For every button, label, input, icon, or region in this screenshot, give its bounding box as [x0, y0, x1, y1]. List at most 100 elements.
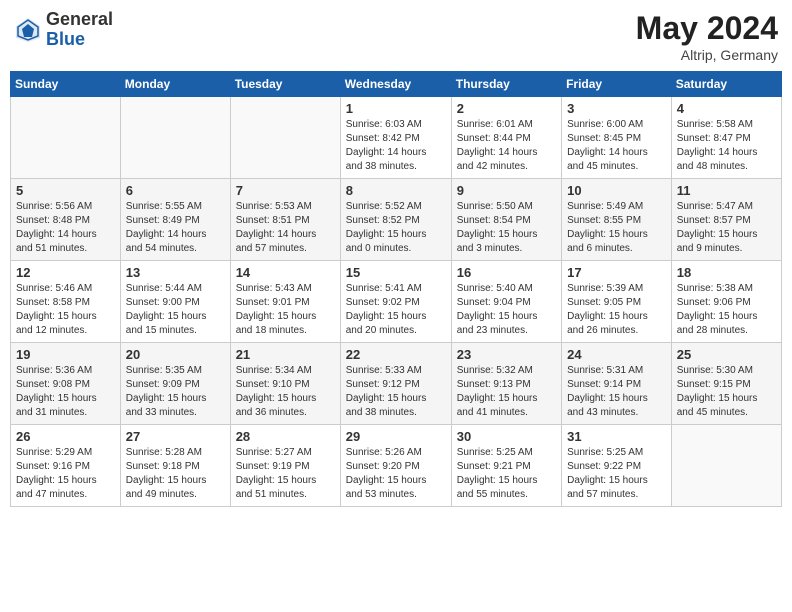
day-info: Sunrise: 5:41 AM Sunset: 9:02 PM Dayligh… [346, 282, 446, 338]
calendar-day-cell: 25Sunrise: 5:30 AM Sunset: 9:15 PM Dayli… [671, 343, 781, 425]
day-info: Sunrise: 6:00 AM Sunset: 8:45 PM Dayligh… [567, 118, 666, 174]
day-number: 3 [567, 101, 666, 116]
day-number: 11 [677, 183, 776, 198]
day-header: Saturday [671, 72, 781, 97]
day-number: 20 [126, 347, 225, 362]
calendar-day-cell: 14 Sunrise: 5:43 AM Sunset: 9:01 PM Dayli… [230, 261, 340, 343]
month-title: May 2024 [636, 10, 778, 47]
day-info: Sunrise: 5:56 AM Sunset: 8:48 PM Dayligh… [16, 200, 115, 256]
day-info: Sunrise: 5:38 AM Sunset: 9:06 PM Dayligh… [677, 282, 776, 338]
calendar-day-cell: 6 Sunrise: 5:55 AM Sunset: 8:49 PM Daylig… [120, 179, 230, 261]
day-number: 14 [236, 265, 335, 280]
logo-icon [14, 16, 42, 44]
day-number: 8 [346, 183, 446, 198]
title-block: May 2024 Altrip, Germany [636, 10, 778, 63]
day-info: Sunrise: 5:40 AM Sunset: 9:04 PM Dayligh… [457, 282, 556, 338]
day-info: Sunrise: 5:35 AM Sunset: 9:09 PM Dayligh… [126, 364, 225, 420]
day-info: Sunrise: 5:43 AM Sunset: 9:01 PM Dayligh… [236, 282, 335, 338]
calendar-table: SundayMondayTuesdayWednesdayThursdayFrid… [10, 71, 782, 507]
day-number: 25 [677, 347, 776, 362]
calendar-day-cell: 31 Sunrise: 5:25 AM Sunset: 9:22 PM Dayli… [562, 425, 672, 507]
calendar-day-cell: 13 Sunrise: 5:44 AM Sunset: 9:00 PM Dayli… [120, 261, 230, 343]
day-header: Tuesday [230, 72, 340, 97]
day-info: Sunrise: 5:44 AM Sunset: 9:00 PM Dayligh… [126, 282, 225, 338]
calendar-day-cell: 8 Sunrise: 5:52 AM Sunset: 8:52 PM Daylig… [340, 179, 451, 261]
calendar-week-row: 1 Sunrise: 6:03 AM Sunset: 8:42 PM Daylig… [11, 97, 782, 179]
day-info: Sunrise: 5:33 AM Sunset: 9:12 PM Dayligh… [346, 364, 446, 420]
day-info: Sunrise: 5:53 AM Sunset: 8:51 PM Dayligh… [236, 200, 335, 256]
calendar-day-cell: 1 Sunrise: 6:03 AM Sunset: 8:42 PM Daylig… [340, 97, 451, 179]
calendar-day-cell: 4 Sunrise: 5:58 AM Sunset: 8:47 PM Daylig… [671, 97, 781, 179]
day-header: Wednesday [340, 72, 451, 97]
calendar-week-row: 12 Sunrise: 5:46 AM Sunset: 8:58 PM Dayli… [11, 261, 782, 343]
calendar-day-cell: 27 Sunrise: 5:28 AM Sunset: 9:18 PM Dayli… [120, 425, 230, 507]
calendar-day-cell: 17 Sunrise: 5:39 AM Sunset: 9:05 PM Dayli… [562, 261, 672, 343]
calendar-day-cell: 18 Sunrise: 5:38 AM Sunset: 9:06 PM Dayli… [671, 261, 781, 343]
day-number: 10 [567, 183, 666, 198]
calendar-week-row: 19Sunrise: 5:36 AM Sunset: 9:08 PM Dayli… [11, 343, 782, 425]
day-number: 4 [677, 101, 776, 116]
calendar-week-row: 26Sunrise: 5:29 AM Sunset: 9:16 PM Dayli… [11, 425, 782, 507]
day-info: Sunrise: 5:55 AM Sunset: 8:49 PM Dayligh… [126, 200, 225, 256]
calendar-day-cell: 21Sunrise: 5:34 AM Sunset: 9:10 PM Dayli… [230, 343, 340, 425]
calendar-day-cell: 23Sunrise: 5:32 AM Sunset: 9:13 PM Dayli… [451, 343, 561, 425]
day-info: Sunrise: 5:52 AM Sunset: 8:52 PM Dayligh… [346, 200, 446, 256]
calendar-body: 1 Sunrise: 6:03 AM Sunset: 8:42 PM Daylig… [11, 97, 782, 507]
day-number: 21 [236, 347, 335, 362]
day-header: Monday [120, 72, 230, 97]
day-number: 13 [126, 265, 225, 280]
day-number: 5 [16, 183, 115, 198]
day-number: 15 [346, 265, 446, 280]
day-number: 28 [236, 429, 335, 444]
day-number: 2 [457, 101, 556, 116]
day-header: Sunday [11, 72, 121, 97]
calendar-day-cell: 30Sunrise: 5:25 AM Sunset: 9:21 PM Dayli… [451, 425, 561, 507]
day-info: Sunrise: 5:46 AM Sunset: 8:58 PM Dayligh… [16, 282, 115, 338]
day-number: 6 [126, 183, 225, 198]
day-number: 29 [346, 429, 446, 444]
day-info: Sunrise: 5:36 AM Sunset: 9:08 PM Dayligh… [16, 364, 115, 420]
calendar-day-cell [671, 425, 781, 507]
calendar-day-cell: 26Sunrise: 5:29 AM Sunset: 9:16 PM Dayli… [11, 425, 121, 507]
page-header: General Blue May 2024 Altrip, Germany [10, 10, 782, 63]
day-header: Friday [562, 72, 672, 97]
day-info: Sunrise: 5:28 AM Sunset: 9:18 PM Dayligh… [126, 446, 225, 502]
day-number: 24 [567, 347, 666, 362]
calendar-day-cell: 28Sunrise: 5:27 AM Sunset: 9:19 PM Dayli… [230, 425, 340, 507]
calendar-day-cell [11, 97, 121, 179]
day-number: 27 [126, 429, 225, 444]
day-info: Sunrise: 6:03 AM Sunset: 8:42 PM Dayligh… [346, 118, 446, 174]
calendar-day-cell: 19Sunrise: 5:36 AM Sunset: 9:08 PM Dayli… [11, 343, 121, 425]
calendar-day-cell: 12 Sunrise: 5:46 AM Sunset: 8:58 PM Dayli… [11, 261, 121, 343]
calendar-header: SundayMondayTuesdayWednesdayThursdayFrid… [11, 72, 782, 97]
logo-general: General [46, 9, 113, 29]
calendar-day-cell: 20 Sunrise: 5:35 AM Sunset: 9:09 PM Dayli… [120, 343, 230, 425]
day-info: Sunrise: 5:39 AM Sunset: 9:05 PM Dayligh… [567, 282, 666, 338]
day-info: Sunrise: 5:49 AM Sunset: 8:55 PM Dayligh… [567, 200, 666, 256]
calendar-day-cell [230, 97, 340, 179]
day-info: Sunrise: 5:58 AM Sunset: 8:47 PM Dayligh… [677, 118, 776, 174]
day-info: Sunrise: 6:01 AM Sunset: 8:44 PM Dayligh… [457, 118, 556, 174]
calendar-day-cell: 16Sunrise: 5:40 AM Sunset: 9:04 PM Dayli… [451, 261, 561, 343]
day-info: Sunrise: 5:25 AM Sunset: 9:22 PM Dayligh… [567, 446, 666, 502]
calendar-day-cell: 2 Sunrise: 6:01 AM Sunset: 8:44 PM Daylig… [451, 97, 561, 179]
calendar-week-row: 5 Sunrise: 5:56 AM Sunset: 8:48 PM Daylig… [11, 179, 782, 261]
calendar-day-cell [120, 97, 230, 179]
day-info: Sunrise: 5:31 AM Sunset: 9:14 PM Dayligh… [567, 364, 666, 420]
day-number: 17 [567, 265, 666, 280]
day-number: 30 [457, 429, 556, 444]
logo-text: General Blue [46, 10, 113, 50]
day-info: Sunrise: 5:47 AM Sunset: 8:57 PM Dayligh… [677, 200, 776, 256]
day-number: 12 [16, 265, 115, 280]
days-row: SundayMondayTuesdayWednesdayThursdayFrid… [11, 72, 782, 97]
day-number: 26 [16, 429, 115, 444]
day-number: 9 [457, 183, 556, 198]
calendar-day-cell: 22Sunrise: 5:33 AM Sunset: 9:12 PM Dayli… [340, 343, 451, 425]
day-number: 1 [346, 101, 446, 116]
day-number: 31 [567, 429, 666, 444]
day-number: 18 [677, 265, 776, 280]
logo-blue: Blue [46, 29, 85, 49]
day-info: Sunrise: 5:50 AM Sunset: 8:54 PM Dayligh… [457, 200, 556, 256]
calendar-day-cell: 29Sunrise: 5:26 AM Sunset: 9:20 PM Dayli… [340, 425, 451, 507]
calendar-day-cell: 7Sunrise: 5:53 AM Sunset: 8:51 PM Daylig… [230, 179, 340, 261]
